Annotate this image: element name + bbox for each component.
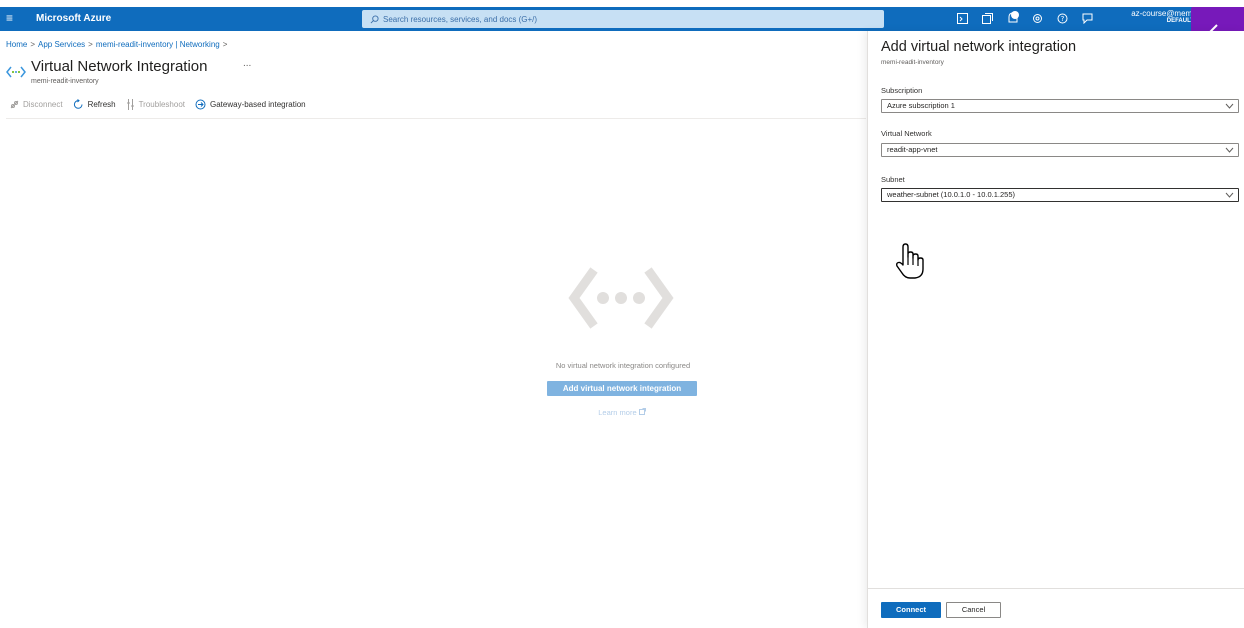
page-subtitle: memi-readit-inventory bbox=[31, 78, 99, 85]
add-vnet-integration-panel: Add virtual network integration memi-rea… bbox=[867, 31, 1244, 628]
settings-icon[interactable] bbox=[1030, 10, 1045, 26]
breadcrumb-app-services[interactable]: App Services bbox=[38, 40, 85, 49]
top-icons: ? bbox=[955, 10, 1095, 26]
disconnect-button[interactable]: Disconnect bbox=[10, 100, 63, 109]
subnet-value: weather-subnet (10.0.1.0 - 10.0.1.255) bbox=[887, 190, 1015, 199]
breadcrumb-networking[interactable]: memi-readit-inventory | Networking bbox=[96, 40, 220, 49]
subscription-label: Subscription bbox=[881, 86, 923, 95]
troubleshoot-button[interactable]: Troubleshoot bbox=[126, 99, 185, 110]
account-directory: DEFAULT bbox=[1166, 18, 1194, 24]
subscription-dropdown[interactable]: Azure subscription 1 bbox=[881, 99, 1239, 113]
panel-footer-divider bbox=[868, 588, 1244, 589]
learn-more-link[interactable]: Learn more bbox=[572, 408, 672, 417]
refresh-icon bbox=[73, 99, 83, 109]
breadcrumb: Home > App Services > memi-readit-inventory … bbox=[6, 40, 230, 49]
account-name: az-course@memi bbox=[1131, 9, 1194, 18]
global-search-input[interactable]: Search resources, services, and docs (G+… bbox=[362, 10, 884, 28]
subscription-value: Azure subscription 1 bbox=[887, 101, 955, 110]
command-bar: Disconnect Refresh Troubleshoot Gateway-… bbox=[10, 99, 306, 110]
learn-more-label: Learn more bbox=[598, 408, 637, 417]
page-title: Virtual Network Integration bbox=[31, 58, 208, 75]
chevron-down-icon bbox=[1225, 147, 1234, 153]
connect-button[interactable]: Connect bbox=[881, 602, 941, 618]
disconnect-label: Disconnect bbox=[23, 100, 63, 109]
cloud-shell-icon[interactable] bbox=[955, 10, 970, 26]
search-icon bbox=[370, 14, 379, 23]
top-strip bbox=[0, 0, 1244, 7]
refresh-label: Refresh bbox=[87, 100, 116, 109]
feedback-icon[interactable] bbox=[1080, 10, 1095, 26]
subnet-label: Subnet bbox=[881, 175, 905, 184]
refresh-button[interactable]: Refresh bbox=[73, 99, 116, 110]
hamburger-menu-icon[interactable]: ≡ bbox=[6, 11, 13, 25]
chevron-down-icon bbox=[1225, 192, 1234, 198]
brand-name[interactable]: Microsoft Azure bbox=[36, 13, 111, 24]
virtual-network-icon bbox=[6, 65, 26, 83]
virtual-network-value: readit-app-vnet bbox=[887, 145, 938, 154]
account-info[interactable]: az-course@memi DEFAULT bbox=[1118, 9, 1194, 24]
gateway-integration-button[interactable]: Gateway-based integration bbox=[195, 99, 306, 110]
cancel-button[interactable]: Cancel bbox=[946, 602, 1001, 618]
troubleshoot-label: Troubleshoot bbox=[138, 100, 185, 109]
svg-text:?: ? bbox=[1061, 15, 1065, 23]
subnet-dropdown[interactable]: weather-subnet (10.0.1.0 - 10.0.1.255) bbox=[881, 188, 1239, 202]
panel-title: Add virtual network integration bbox=[881, 39, 1077, 55]
panel-subtitle: memi-readit-inventory bbox=[881, 59, 944, 66]
disconnect-icon bbox=[10, 100, 19, 109]
breadcrumb-separator: > bbox=[88, 40, 93, 49]
virtual-network-dropdown[interactable]: readit-app-vnet bbox=[881, 143, 1239, 157]
breadcrumb-home[interactable]: Home bbox=[6, 40, 27, 49]
more-options-button[interactable]: ... bbox=[243, 58, 251, 69]
hand-cursor-icon bbox=[894, 241, 926, 286]
command-bar-divider bbox=[6, 118, 866, 119]
virtual-network-label: Virtual Network bbox=[881, 129, 932, 138]
breadcrumb-separator: > bbox=[30, 40, 36, 49]
external-link-icon bbox=[638, 408, 646, 415]
arrow-circle-icon bbox=[195, 99, 206, 110]
gateway-integration-label: Gateway-based integration bbox=[210, 100, 306, 109]
network-placeholder-icon bbox=[568, 266, 674, 335]
breadcrumb-separator: > bbox=[222, 40, 228, 49]
empty-state-message: No virtual network integration configure… bbox=[555, 361, 691, 370]
top-bar: ≡ Microsoft Azure Search resources, serv… bbox=[0, 7, 1244, 31]
chevron-down-icon bbox=[1225, 103, 1234, 109]
help-icon[interactable]: ? bbox=[1055, 10, 1070, 26]
add-vnet-integration-button[interactable]: Add virtual network integration bbox=[547, 381, 697, 396]
directory-filter-icon[interactable] bbox=[980, 10, 995, 26]
troubleshoot-icon bbox=[127, 99, 134, 110]
notifications-icon[interactable] bbox=[1005, 10, 1020, 26]
search-placeholder: Search resources, services, and docs (G+… bbox=[383, 14, 538, 24]
